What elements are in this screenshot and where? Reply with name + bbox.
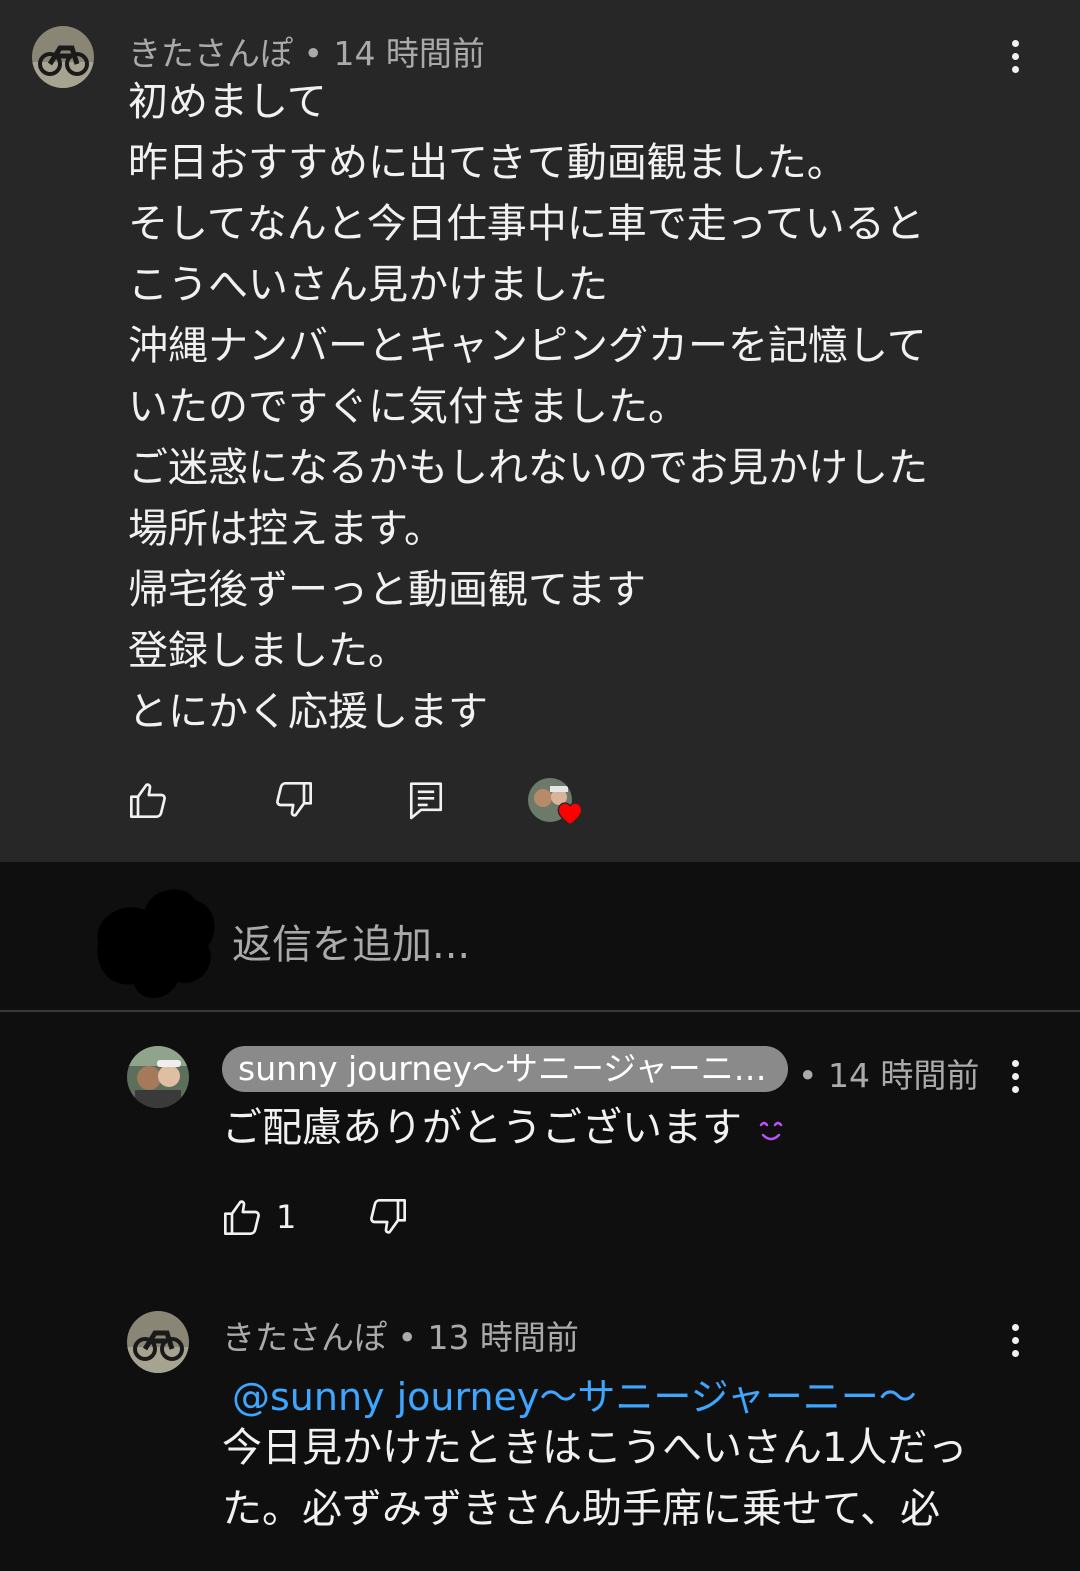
reply-time: • 14 時間前 bbox=[798, 1056, 980, 1095]
thumb-up-icon bbox=[224, 1200, 260, 1235]
commenter-avatar[interactable] bbox=[32, 26, 94, 88]
top-comment: きたさんぽ • 14 時間前 初めまして 昨日おすすめに出てきて動画観ました。 … bbox=[0, 0, 1080, 862]
reply-like-button[interactable]: 1 bbox=[222, 1197, 296, 1237]
mention-link[interactable]: @sunny journey〜サニージャーニー〜 bbox=[232, 1366, 917, 1421]
reply-body: ご配慮ありがとうございます bbox=[222, 1098, 787, 1161]
reply-author-chip[interactable]: sunny journey〜サニージャーニ… bbox=[222, 1046, 788, 1092]
thumb-down-icon bbox=[276, 782, 312, 817]
reply-body: 今日見かけたときはこうへいさん1人だっ た。必ずみずきさん助手席に乗せて、必 bbox=[222, 1425, 968, 1532]
comment-body: 初めまして 昨日おすすめに出てきて動画観ました。 そしてなんと今日仕事中に車で走… bbox=[128, 79, 928, 735]
divider bbox=[0, 1010, 1080, 1012]
thumb-up-icon bbox=[130, 783, 166, 818]
reply-avatar[interactable] bbox=[127, 1046, 189, 1108]
reply-body-text: ご配慮ありがとうございます bbox=[222, 1105, 742, 1151]
dislike-button[interactable] bbox=[274, 780, 314, 820]
reply-menu-icon[interactable] bbox=[1000, 1318, 1030, 1362]
reply-menu-icon[interactable] bbox=[1000, 1054, 1030, 1098]
creator-heart-badge bbox=[528, 778, 584, 828]
thumb-down-icon bbox=[370, 1199, 406, 1234]
comment-meta: きたさんぽ • 14 時間前 bbox=[128, 34, 485, 73]
reply-avatar[interactable] bbox=[127, 1311, 189, 1373]
comment-reply-icon bbox=[409, 782, 443, 820]
reply-button[interactable] bbox=[408, 780, 444, 820]
user-avatar bbox=[90, 880, 218, 1004]
heart-icon bbox=[557, 802, 583, 826]
like-count: 1 bbox=[276, 1198, 297, 1236]
reply-input[interactable]: 返信を追加... bbox=[232, 912, 470, 970]
like-button[interactable] bbox=[128, 780, 168, 820]
reply-dislike-button[interactable] bbox=[368, 1197, 408, 1237]
smile-emoji-icon bbox=[755, 1113, 787, 1148]
reply-meta: きたさんぽ • 13 時間前 bbox=[222, 1318, 579, 1357]
